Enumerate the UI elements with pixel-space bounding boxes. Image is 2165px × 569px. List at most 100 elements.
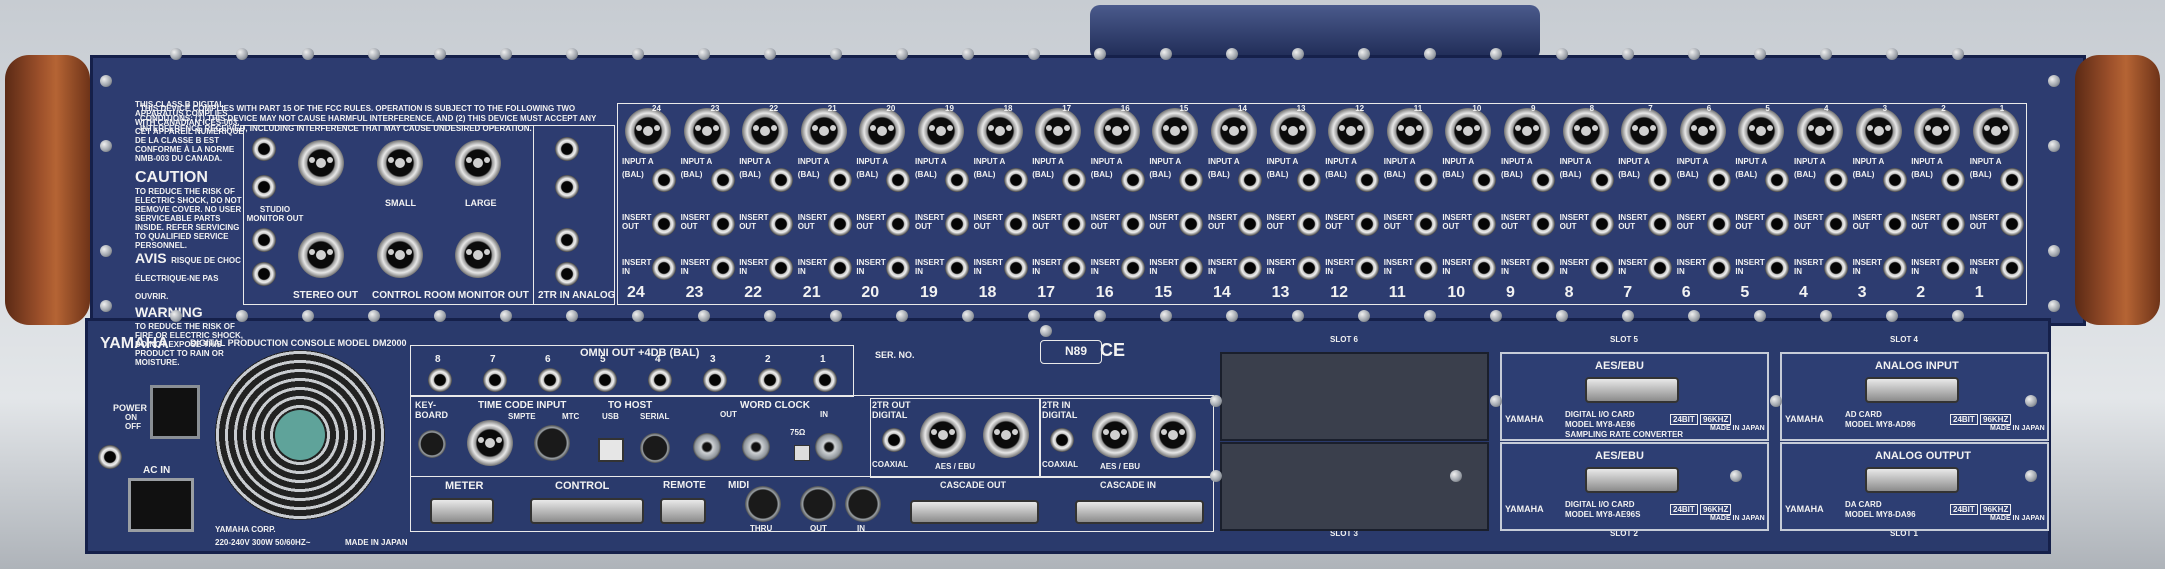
control-port[interactable] (530, 498, 644, 524)
studio-monitor-jack-l[interactable] (252, 137, 276, 161)
channel-input-b-jack[interactable] (1589, 168, 1614, 192)
omni-out-jack[interactable] (538, 368, 562, 392)
omni-out-jack[interactable] (428, 368, 452, 392)
channel-input-b-jack[interactable] (1531, 168, 1555, 192)
omni-out-jack[interactable] (703, 368, 727, 392)
channel-insert-out-jack[interactable] (1062, 212, 1087, 236)
studio-monitor-jack-r[interactable] (252, 175, 276, 199)
channel-input-a-xlr[interactable] (1679, 108, 1726, 154)
omni-out-jack[interactable] (593, 368, 617, 392)
channel-input-a-xlr[interactable] (1562, 108, 1609, 154)
channel-insert-out-jack[interactable] (1941, 212, 1966, 236)
channel-insert-out-jack[interactable] (1413, 212, 1438, 236)
channel-insert-out-jack[interactable] (1531, 212, 1555, 236)
channel-insert-out-jack[interactable] (1882, 212, 1907, 236)
channel-insert-in-jack[interactable] (1882, 256, 1907, 280)
channel-input-b-jack[interactable] (1120, 168, 1145, 192)
two-tr-analog-jack-2[interactable] (555, 175, 579, 199)
stereo-out-xlr-l[interactable] (298, 140, 344, 186)
two-tr-analog-rca-r[interactable] (555, 262, 579, 286)
channel-input-a-xlr[interactable] (918, 108, 964, 154)
midi-thru[interactable] (745, 486, 781, 522)
channel-insert-in-jack[interactable] (1355, 256, 1380, 280)
omni-out-jack[interactable] (648, 368, 672, 392)
channel-input-a-xlr[interactable] (625, 108, 671, 154)
channel-insert-in-jack[interactable] (1296, 256, 1321, 280)
word-clock-out-2[interactable] (742, 433, 770, 461)
channel-input-a-xlr[interactable] (976, 108, 1023, 154)
channel-insert-out-jack[interactable] (1589, 212, 1614, 236)
channel-insert-out-jack[interactable] (652, 212, 676, 236)
channel-insert-in-jack[interactable] (945, 256, 969, 280)
channel-insert-out-jack[interactable] (945, 212, 969, 236)
channel-insert-out-jack[interactable] (1824, 212, 1848, 236)
slot-card-dsub-port[interactable] (1585, 377, 1679, 403)
channel-input-a-xlr[interactable] (1093, 108, 1140, 154)
channel-insert-in-jack[interactable] (1062, 256, 1087, 280)
studio-monitor-jack-unbal-r[interactable] (252, 262, 276, 286)
channel-input-b-jack[interactable] (1355, 168, 1380, 192)
channel-insert-in-jack[interactable] (1413, 256, 1438, 280)
channel-insert-in-jack[interactable] (1648, 256, 1673, 280)
channel-insert-out-jack[interactable] (1296, 212, 1321, 236)
channel-insert-out-jack[interactable] (1706, 212, 1731, 236)
usb-port[interactable] (598, 438, 624, 462)
channel-input-b-jack[interactable] (1296, 168, 1321, 192)
channel-insert-in-jack[interactable] (1824, 256, 1848, 280)
channel-input-b-jack[interactable] (769, 168, 794, 192)
channel-input-a-xlr[interactable] (742, 108, 789, 154)
control-room-large-xlr-r[interactable] (455, 232, 501, 278)
slot-card-dsub-port[interactable] (1585, 467, 1679, 493)
two-tr-out-coaxial[interactable] (882, 428, 906, 452)
ac-inlet[interactable] (128, 478, 194, 532)
remote-port[interactable] (660, 498, 706, 524)
channel-input-b-jack[interactable] (1999, 168, 2024, 192)
omni-out-jack[interactable] (813, 368, 837, 392)
channel-input-a-xlr[interactable] (1797, 108, 1843, 154)
two-tr-out-aes-1[interactable] (983, 412, 1029, 458)
channel-input-a-xlr[interactable] (1211, 108, 1257, 154)
serial-port[interactable] (640, 433, 670, 463)
channel-input-b-jack[interactable] (1062, 168, 1087, 192)
channel-insert-in-jack[interactable] (710, 256, 735, 280)
channel-insert-out-jack[interactable] (1355, 212, 1380, 236)
channel-input-b-jack[interactable] (1882, 168, 1907, 192)
power-switch[interactable] (150, 385, 200, 439)
channel-input-a-xlr[interactable] (800, 108, 847, 154)
channel-input-a-xlr[interactable] (1035, 108, 1082, 154)
control-room-large-xlr-l[interactable] (455, 140, 501, 186)
two-tr-analog-jack-1[interactable] (555, 137, 579, 161)
midi-out[interactable] (800, 486, 836, 522)
channel-input-a-xlr[interactable] (1504, 108, 1550, 154)
channel-input-b-jack[interactable] (1941, 168, 1966, 192)
channel-insert-in-jack[interactable] (827, 256, 852, 280)
channel-input-b-jack[interactable] (1413, 168, 1438, 192)
control-room-small-xlr-r[interactable] (377, 232, 423, 278)
mtc-port[interactable] (534, 425, 570, 461)
channel-input-a-xlr[interactable] (1386, 108, 1433, 154)
channel-insert-in-jack[interactable] (652, 256, 676, 280)
channel-insert-in-jack[interactable] (1999, 256, 2024, 280)
cascade-out-port[interactable] (910, 500, 1039, 524)
two-tr-in-coaxial[interactable] (1050, 428, 1074, 452)
channel-input-b-jack[interactable] (1706, 168, 1731, 192)
channel-insert-out-jack[interactable] (769, 212, 794, 236)
channel-input-a-xlr[interactable] (1914, 108, 1961, 154)
keyboard-port[interactable] (418, 430, 446, 458)
two-tr-out-aes-2[interactable] (920, 412, 966, 458)
stereo-out-xlr-r[interactable] (298, 232, 344, 278)
word-clock-out-1[interactable] (693, 433, 721, 461)
channel-input-a-xlr[interactable] (683, 108, 730, 154)
channel-input-a-xlr[interactable] (1621, 108, 1668, 154)
omni-out-jack[interactable] (758, 368, 782, 392)
wc-termination-switch[interactable] (794, 445, 810, 461)
smpte-xlr[interactable] (467, 420, 513, 466)
channel-input-b-jack[interactable] (1003, 168, 1028, 192)
midi-in[interactable] (845, 486, 881, 522)
channel-insert-in-jack[interactable] (1120, 256, 1145, 280)
channel-insert-out-jack[interactable] (1003, 212, 1028, 236)
two-tr-in-aes-2[interactable] (1092, 412, 1138, 458)
channel-insert-in-jack[interactable] (1531, 256, 1555, 280)
slot-card-dsub-port[interactable] (1865, 377, 1959, 403)
channel-insert-out-jack[interactable] (1238, 212, 1262, 236)
